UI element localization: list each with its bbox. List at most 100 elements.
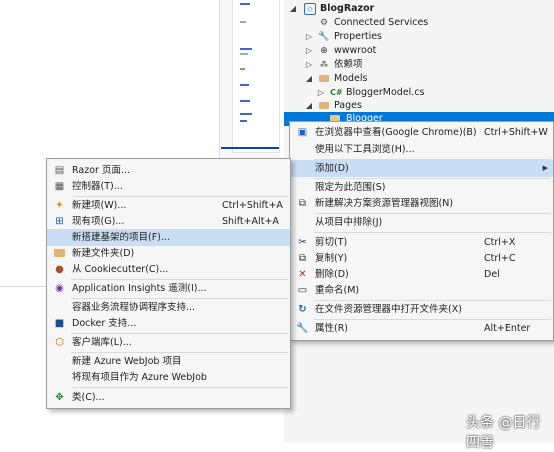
menu-item-shortcut: Ctrl+Shift+A (222, 200, 283, 211)
context-menu: ▣ 在浏览器中查看(Google Chrome)(B) Ctrl+Shift+W… (289, 121, 554, 341)
project-icon: ◇ (304, 3, 316, 15)
tree-item-label: Models (334, 73, 368, 84)
menu-item-shortcut: Ctrl+C (484, 253, 516, 264)
menu-item-from-cookiecutter[interactable]: ● 从 Cookiecutter(C)... (47, 261, 290, 278)
copy-icon: ⧉ (298, 253, 307, 264)
minimap-line (240, 53, 248, 55)
cookiecutter-icon: ● (55, 264, 64, 275)
minimap-line (240, 113, 252, 115)
expand-arrow-icon[interactable]: ▷ (304, 30, 314, 44)
collapse-arrow-icon[interactable]: ◢ (304, 99, 314, 113)
new-view-icon: ⧉ (298, 198, 307, 209)
expand-arrow-icon[interactable]: ▷ (316, 86, 326, 100)
menu-item-application-insights[interactable]: ◉ Application Insights 遥测(I)... (47, 280, 290, 297)
menu-item-razor-page[interactable]: ▤ Razor 页面... (47, 162, 290, 179)
menu-item-label: 剪切(T) (315, 237, 348, 248)
menu-item-view-in-browser[interactable]: ▣ 在浏览器中查看(Google Chrome)(B) Ctrl+Shift+W (290, 124, 553, 141)
menu-item-existing-item[interactable]: ⊞ 现有项(G)... Shift+Alt+A (47, 213, 290, 230)
menu-item-label: 类(C)... (72, 392, 105, 403)
menu-item-label: 新建文件夹(D) (72, 248, 135, 259)
globe-icon: ⊕ (320, 46, 328, 56)
tree-item-label: BlogRazor (320, 3, 375, 14)
browser-icon: ▣ (297, 127, 308, 138)
menu-item-label: Application Insights 遥测(I)... (72, 283, 207, 294)
divider (0, 286, 48, 287)
folder-icon (319, 102, 329, 109)
tree-item-label: BloggerModel.cs (346, 87, 425, 98)
menu-separator (314, 232, 551, 233)
menu-item-label: 现有项(G)... (72, 216, 125, 227)
new-folder-icon (54, 249, 65, 257)
menu-item-new-azure-webjob[interactable]: 新建 Azure WebJob 项目 (47, 353, 290, 370)
menu-item-label: 复制(Y) (315, 253, 348, 264)
menu-item-label: 将现有项目作为 Azure WebJob (72, 372, 207, 383)
menu-item-properties[interactable]: 🔧 属性(R) Alt+Enter (290, 320, 553, 337)
menu-item-cut[interactable]: ✂ 剪切(T) Ctrl+X (290, 234, 553, 251)
menu-item-label: 新搭建基架的项目(F)... (72, 232, 170, 243)
menu-item-shortcut: Alt+Enter (484, 323, 531, 334)
delete-icon: ✕ (298, 269, 307, 280)
expand-arrow-icon[interactable]: ▷ (304, 58, 314, 72)
menu-item-label: 客户端库(L)... (72, 337, 132, 348)
menu-item-scope-to-this[interactable]: 限定为此范围(S) (290, 179, 553, 196)
menu-item-label: 删除(D) (315, 269, 349, 280)
menu-item-label: 在浏览器中查看(Google Chrome)(B) (315, 127, 477, 138)
menu-item-shortcut: Ctrl+Shift+W (484, 127, 548, 138)
menu-item-orchestrator-support[interactable]: 容器业务流程协调程序支持... (47, 299, 290, 316)
tree-item-label: Properties (334, 31, 383, 42)
menu-item-label: 属性(R) (315, 323, 349, 334)
collapse-arrow-icon[interactable]: ◢ (304, 72, 314, 86)
minimap-line (240, 3, 250, 5)
expand-arrow-icon[interactable]: ▷ (304, 44, 314, 58)
menu-item-new-folder[interactable]: 新建文件夹(D) (47, 245, 290, 262)
menu-item-label: 重命名(M) (315, 285, 360, 296)
menu-item-existing-as-webjob[interactable]: 将现有项目作为 Azure WebJob (47, 369, 290, 386)
menu-item-client-library[interactable]: ⬡ 客户端库(L)... (47, 334, 290, 351)
menu-item-copy[interactable]: ⧉ 复制(Y) Ctrl+C (290, 250, 553, 267)
menu-item-rename[interactable]: ▭ 重命名(M) (290, 282, 553, 299)
menu-item-shortcut: Del (484, 269, 500, 280)
razor-page-icon: ▤ (54, 165, 65, 176)
csharp-file-icon: C# (330, 88, 343, 97)
minimap-line (240, 21, 246, 23)
menu-item-new-scaffolded-item[interactable]: 新搭建基架的项目(F)... (47, 229, 290, 246)
expand-arrow-icon[interactable]: ◢ (288, 2, 298, 16)
menu-item-class[interactable]: ✥ 类(C)... (47, 389, 290, 406)
add-submenu: ▤ Razor 页面... ▦ 控制器(T)... ✦ 新建项(W)... Ct… (46, 158, 291, 409)
menu-item-label: 在文件资源管理器中打开文件夹(X) (315, 304, 462, 315)
tree-item-label: wwwroot (334, 45, 377, 56)
menu-item-new-item[interactable]: ✦ 新建项(W)... Ctrl+Shift+A (47, 197, 290, 214)
refresh-icon: ↻ (298, 304, 307, 315)
existing-item-icon: ⊞ (55, 216, 64, 227)
watermark: 头条 @日行四善 (466, 415, 541, 451)
menu-item-new-explorer-view[interactable]: ⧉ 新建解决方案资源管理器视图(N) (290, 195, 553, 212)
minimap-line (240, 48, 252, 50)
submenu-arrow-icon: ▶ (542, 164, 548, 172)
menu-item-controller[interactable]: ▦ 控制器(T)... (47, 178, 290, 195)
menu-item-open-in-file-explorer[interactable]: ↻ 在文件资源管理器中打开文件夹(X) (290, 301, 553, 318)
menu-item-docker-support[interactable]: ■ Docker 支持... (47, 315, 290, 332)
minimap-line (240, 84, 249, 86)
menu-item-label: 从 Cookiecutter(C)... (72, 264, 169, 275)
wrench-icon: 🔧 (318, 32, 330, 42)
menu-item-label: 新建解决方案资源管理器视图(N) (315, 198, 454, 209)
wrench-icon: 🔧 (296, 323, 309, 334)
menu-item-add[interactable]: 添加(D) ▶ (290, 160, 553, 177)
menu-item-browse-with[interactable]: 使用以下工具浏览(H)... (290, 141, 553, 158)
folder-icon (319, 75, 329, 82)
menu-item-label: 添加(D) (315, 163, 349, 174)
scissors-icon: ✂ (298, 237, 307, 248)
menu-item-delete[interactable]: ✕ 删除(D) Del (290, 266, 553, 283)
menu-item-label: 新建项(W)... (72, 200, 127, 211)
menu-item-exclude-from-project[interactable]: 从项目中排除(J) (290, 214, 553, 231)
class-icon: ✥ (55, 392, 64, 403)
tree-item-label: Connected Services (334, 17, 429, 28)
tree-item-label: 依赖项 (334, 59, 363, 70)
menu-item-label: 从项目中排除(J) (315, 217, 383, 228)
menu-item-label: 控制器(T)... (72, 181, 123, 192)
insights-icon: ◉ (55, 283, 64, 294)
tree-item-label: Pages (334, 100, 362, 111)
menu-item-label: 容器业务流程协调程序支持... (72, 302, 196, 313)
dependencies-icon: ⁂ (320, 60, 328, 69)
minimap-line (240, 68, 245, 70)
